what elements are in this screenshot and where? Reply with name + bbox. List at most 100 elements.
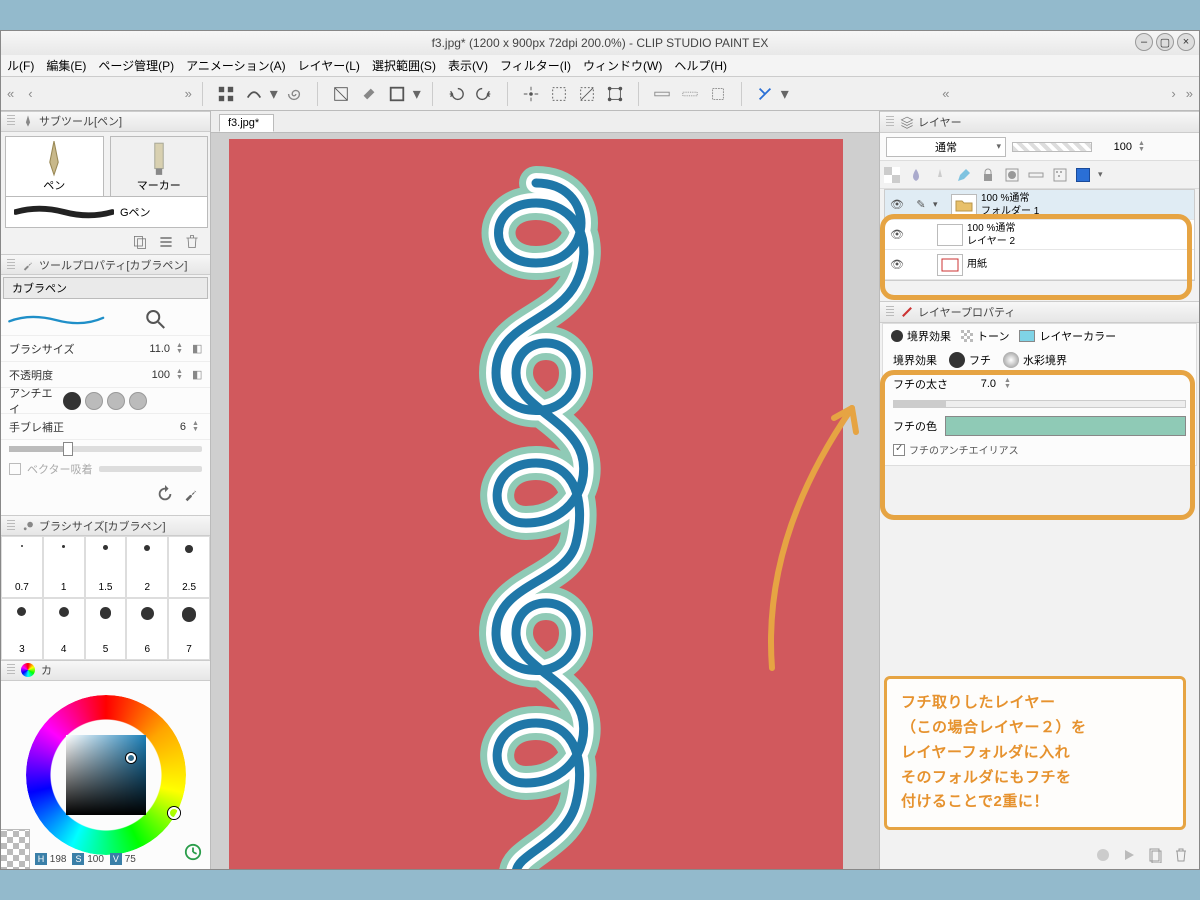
lp-opt-edge[interactable]: フチ bbox=[949, 352, 991, 368]
lp-thick-slider[interactable] bbox=[893, 400, 1186, 408]
brush-size-cell[interactable]: 1.5 bbox=[85, 536, 127, 598]
redo-icon[interactable] bbox=[471, 81, 497, 107]
copy-subtool-icon[interactable] bbox=[132, 234, 148, 250]
brush-size-cell[interactable]: 3 bbox=[1, 598, 43, 660]
brush-size-cell[interactable]: 2 bbox=[126, 536, 168, 598]
transform-icon[interactable] bbox=[602, 81, 628, 107]
color-panel-header[interactable]: カ bbox=[1, 660, 210, 681]
play-prev-icon[interactable] bbox=[1095, 847, 1111, 863]
menu-filter[interactable]: フィルター(I) bbox=[500, 57, 571, 74]
brush-size-cell[interactable]: 2.5 bbox=[168, 536, 210, 598]
toolprop-panel-header[interactable]: ツールプロパティ[カブラペン] bbox=[1, 254, 210, 275]
brush-size-cell[interactable]: 1 bbox=[43, 536, 85, 598]
subtool-tab-pen[interactable]: ペン bbox=[5, 136, 104, 196]
lp-color-swatch[interactable] bbox=[945, 416, 1186, 436]
subtool-panel-header[interactable]: サブツール[ペン] bbox=[1, 111, 210, 132]
canvas-viewport[interactable] bbox=[211, 133, 879, 869]
layer-tone-icon[interactable] bbox=[1052, 167, 1068, 183]
blend-mode-select[interactable]: 通常 bbox=[886, 137, 1006, 157]
color-wheel[interactable] bbox=[26, 695, 186, 855]
layer-lock-icon[interactable] bbox=[980, 167, 996, 183]
toolprop-preset-tab[interactable]: カブラペン bbox=[3, 277, 208, 299]
layer-color-caret[interactable]: ▾ bbox=[1098, 169, 1103, 180]
layer-opacity-slider[interactable] bbox=[1012, 142, 1092, 152]
color-square[interactable] bbox=[66, 735, 146, 815]
lp-opt-water[interactable]: 水彩境界 bbox=[1003, 352, 1067, 368]
frame-caret[interactable]: ▾ bbox=[412, 81, 422, 107]
stab-spinner[interactable]: ▲▼ bbox=[192, 421, 202, 433]
wrench-icon[interactable] bbox=[182, 485, 200, 503]
layer-ruler-icon[interactable] bbox=[1028, 167, 1044, 183]
delete-subtool-icon[interactable] bbox=[184, 234, 200, 250]
lp-edge-thickness[interactable]: フチの太さ 7.0 ▲▼ bbox=[883, 372, 1196, 396]
layer-checker-icon[interactable] bbox=[884, 167, 900, 183]
layer-edit-icon[interactable]: ✎ bbox=[909, 198, 933, 211]
menu-selection[interactable]: 選択範囲(S) bbox=[372, 57, 436, 74]
spiral-icon[interactable] bbox=[281, 81, 307, 107]
undo-icon[interactable] bbox=[443, 81, 469, 107]
clear-icon[interactable] bbox=[328, 81, 354, 107]
fill-icon[interactable] bbox=[356, 81, 382, 107]
layer-row-folder[interactable]: 👁✎▾100 %通常フォルダー 1 bbox=[885, 190, 1194, 220]
layer-pencil-icon[interactable] bbox=[956, 167, 972, 183]
play-next-icon[interactable] bbox=[1121, 847, 1137, 863]
close-button[interactable]: × bbox=[1177, 33, 1195, 51]
right-panel-next[interactable]: › bbox=[1171, 86, 1175, 101]
prop-opacity[interactable]: 不透明度 100 ▲▼ ◧ bbox=[1, 361, 210, 387]
lp-tab-layercolor[interactable]: レイヤーカラー bbox=[1019, 328, 1116, 344]
aa-options[interactable] bbox=[63, 392, 147, 410]
deselect-icon[interactable] bbox=[574, 81, 600, 107]
opacity-spinner[interactable]: ▲▼ bbox=[176, 369, 186, 381]
lp-tab-tone[interactable]: トーン bbox=[961, 328, 1009, 344]
trash-icon[interactable] bbox=[1173, 847, 1189, 863]
brush-preset-row[interactable]: Gペン bbox=[5, 196, 208, 228]
menu-window[interactable]: ウィンドウ(W) bbox=[583, 57, 662, 74]
ruler1-icon[interactable] bbox=[649, 81, 675, 107]
lp-edge-color[interactable]: フチの色 bbox=[883, 412, 1196, 440]
stab-slider[interactable] bbox=[9, 446, 202, 452]
prop-stabilization[interactable]: 手ブレ補正 6 ▲▼ bbox=[1, 413, 210, 439]
magnifier-icon[interactable] bbox=[106, 307, 205, 331]
brush-size-cell[interactable]: 6 bbox=[126, 598, 168, 660]
menu-layer[interactable]: レイヤー(L) bbox=[298, 57, 360, 74]
brush-size-cell[interactable]: 5 bbox=[85, 598, 127, 660]
opacity-link-icon[interactable]: ◧ bbox=[192, 368, 202, 381]
frame-icon[interactable] bbox=[384, 81, 410, 107]
document-tab[interactable]: f3.jpg* bbox=[219, 114, 274, 132]
vector-snap-check[interactable]: ベクター吸着 bbox=[1, 457, 210, 481]
prop-antialias[interactable]: アンチエイ bbox=[1, 387, 210, 413]
color-history-icon[interactable] bbox=[184, 843, 202, 861]
snap-icon[interactable] bbox=[752, 81, 778, 107]
brush-ql-icon[interactable] bbox=[241, 81, 267, 107]
grid-view-icon[interactable] bbox=[213, 81, 239, 107]
lp-edge-aa-check[interactable]: ✓ フチのアンチエイリアス bbox=[883, 440, 1196, 459]
subtool-tab-marker[interactable]: マーカー bbox=[110, 136, 209, 196]
layer-visibility-icon[interactable]: 👁 bbox=[885, 258, 909, 271]
ruler2-icon[interactable] bbox=[677, 81, 703, 107]
vector-slider[interactable] bbox=[99, 466, 202, 472]
layer-color-swatch[interactable] bbox=[1076, 168, 1090, 182]
left-panel-prev[interactable]: ‹ bbox=[28, 86, 32, 101]
minimize-button[interactable]: – bbox=[1135, 33, 1153, 51]
brushsize-panel-header[interactable]: ブラシサイズ[カブラペン] bbox=[1, 515, 210, 536]
left-scroll[interactable]: » bbox=[185, 86, 192, 101]
layer-visibility-icon[interactable]: 👁 bbox=[885, 198, 909, 211]
marquee-icon[interactable] bbox=[546, 81, 572, 107]
brush-size-cell[interactable]: 4 bbox=[43, 598, 85, 660]
subtool-menu-icon[interactable] bbox=[158, 234, 174, 250]
brush-size-cell[interactable]: 0.7 bbox=[1, 536, 43, 598]
menu-animation[interactable]: アニメーション(A) bbox=[186, 57, 286, 74]
reload-icon[interactable] bbox=[156, 485, 174, 503]
right-panel-expand[interactable]: » bbox=[1186, 86, 1193, 101]
layer-row[interactable]: 👁100 %通常レイヤー 2 bbox=[885, 220, 1194, 250]
layer-row-paper[interactable]: 👁用紙 bbox=[885, 250, 1194, 280]
snap-caret[interactable]: ▾ bbox=[780, 81, 790, 107]
menu-page[interactable]: ページ管理(P) bbox=[98, 57, 174, 74]
folder-caret-icon[interactable]: ▾ bbox=[933, 199, 947, 210]
layer-panel-header[interactable]: レイヤー bbox=[880, 111, 1199, 133]
size-link-icon[interactable]: ◧ bbox=[192, 342, 202, 355]
select-move-icon[interactable] bbox=[518, 81, 544, 107]
ql-caret[interactable]: ▾ bbox=[269, 81, 279, 107]
color-ring-handle[interactable] bbox=[168, 807, 180, 819]
layer-light-icon[interactable] bbox=[932, 167, 948, 183]
